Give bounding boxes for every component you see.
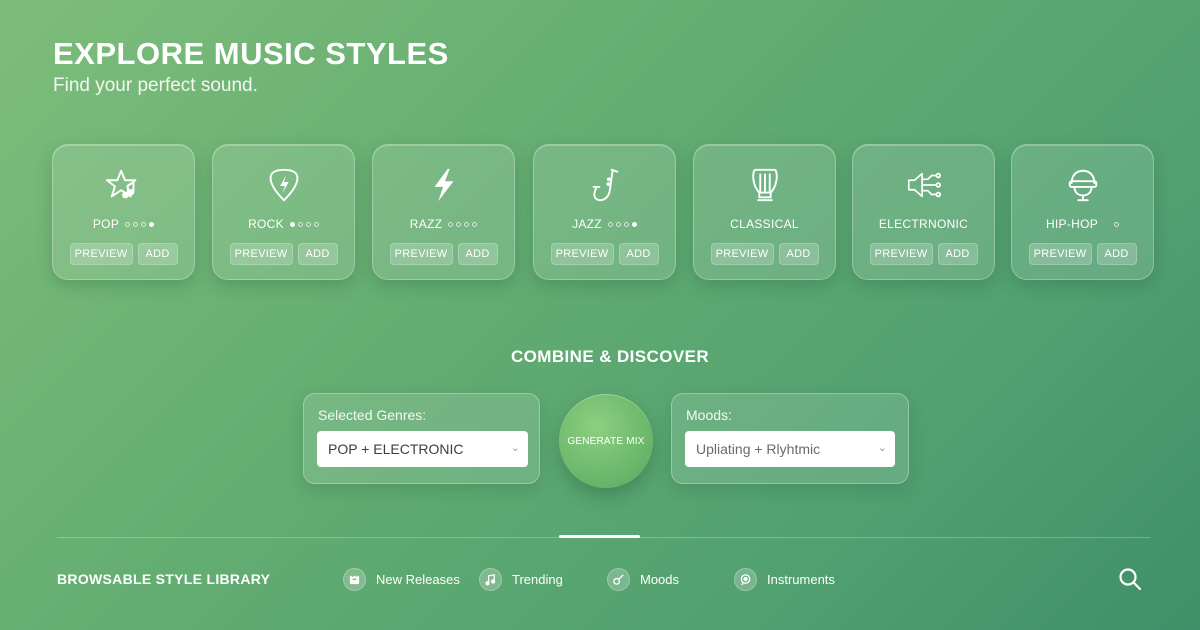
saxophone-icon	[585, 165, 625, 205]
add-button[interactable]: ADD	[457, 243, 498, 265]
selected-genres-value: POP + ELECTRONIC	[328, 441, 464, 457]
search-icon[interactable]	[1117, 566, 1143, 592]
genre-card-razz[interactable]: RAZZ PREVIEW ADD	[372, 144, 515, 280]
library-item-label: Instruments	[767, 572, 835, 587]
library-title: BROWSABLE STYLE LIBRARY	[57, 571, 271, 587]
speaker-circuit-icon	[904, 165, 944, 205]
music-note-icon	[479, 568, 502, 591]
page-title: EXPLORE MUSIC STYLES	[53, 36, 449, 71]
selected-genres-select[interactable]: POP + ELECTRONIC ⌄	[317, 431, 528, 467]
selected-genres-panel: Selected Genres: POP + ELECTRONIC ⌄	[303, 393, 540, 484]
add-button[interactable]: ADD	[618, 243, 659, 265]
genre-card-electronic[interactable]: ELECTRNONIC PREVIEW ADD	[852, 144, 995, 280]
divider-highlight	[559, 535, 640, 538]
library-item-label: Trending	[512, 572, 563, 587]
headphones-mic-icon	[1063, 165, 1103, 205]
add-button[interactable]: ADD	[137, 243, 178, 265]
popularity-dots	[289, 221, 319, 227]
popularity-dots	[125, 221, 155, 227]
instrument-icon	[734, 568, 757, 591]
library-item-moods[interactable]: Moods	[607, 568, 679, 591]
genre-label: HIP-HOP	[1045, 217, 1099, 231]
guitar-icon	[607, 568, 630, 591]
new-releases-icon	[343, 568, 366, 591]
preview-button[interactable]: PREVIEW	[229, 243, 293, 265]
preview-button[interactable]: PREVIEW	[69, 243, 133, 265]
lightning-icon	[424, 165, 464, 205]
genre-label: ELECTRNONIC	[878, 217, 969, 231]
moods-panel: Moods: Upliating + Rlyhtmic ⌄	[671, 393, 909, 484]
preview-button[interactable]: PREVIEW	[550, 243, 614, 265]
star-music-icon	[104, 165, 144, 205]
chevron-down-icon: ⌄	[510, 442, 520, 454]
add-button[interactable]: ADD	[1096, 243, 1137, 265]
page-subtitle: Find your perfect sound.	[53, 75, 258, 96]
library-item-label: New Releases	[376, 572, 460, 587]
library-item-trending[interactable]: Trending	[479, 568, 563, 591]
chevron-down-icon: ⌄	[877, 442, 887, 454]
selected-genres-label: Selected Genres:	[318, 407, 427, 423]
genre-card-classical[interactable]: CLASSICAL PREVIEW ADD	[693, 144, 836, 280]
library-item-label: Moods	[640, 572, 680, 587]
lyre-icon	[745, 165, 785, 205]
popularity-dots	[1114, 221, 1120, 227]
genre-card-jazz[interactable]: JAZZ PREVIEW ADD	[533, 144, 676, 280]
preview-button[interactable]: PREVIEW	[389, 243, 453, 265]
genre-card-pop[interactable]: POP PREVIEW ADD	[52, 144, 195, 280]
preview-button[interactable]: PREVIEW	[1028, 243, 1092, 265]
moods-select[interactable]: Upliating + Rlyhtmic ⌄	[685, 431, 895, 467]
genre-label: ROCK	[248, 217, 284, 231]
genre-card-rock[interactable]: ROCK PREVIEW ADD	[212, 144, 355, 280]
library-item-new-releases[interactable]: New Releases	[343, 568, 460, 591]
moods-label: Moods:	[686, 407, 732, 423]
popularity-dots	[607, 221, 637, 227]
popularity-dots	[448, 221, 478, 227]
guitar-pick-icon	[264, 165, 304, 205]
generate-mix-button[interactable]: GENERATE MIX	[559, 394, 653, 488]
genre-label: RAZZ	[409, 217, 443, 231]
add-button[interactable]: ADD	[297, 243, 338, 265]
preview-button[interactable]: PREVIEW	[710, 243, 774, 265]
preview-button[interactable]: PREVIEW	[869, 243, 933, 265]
genre-label: POP	[92, 217, 120, 231]
combine-title: COMBINE & DISCOVER	[511, 347, 709, 366]
genre-card-hiphop[interactable]: HIP-HOP PREVIEW ADD	[1011, 144, 1154, 280]
genre-label: JAZZ	[572, 217, 602, 231]
moods-value: Upliating + Rlyhtmic	[696, 441, 821, 457]
add-button[interactable]: ADD	[937, 243, 978, 265]
genre-label: CLASSICAL	[730, 217, 799, 231]
genre-cards: POP PREVIEW ADD ROCK PREVIEW ADD RAZZ PR…	[52, 144, 1154, 280]
library-item-instruments[interactable]: Instruments	[734, 568, 835, 591]
add-button[interactable]: ADD	[778, 243, 819, 265]
